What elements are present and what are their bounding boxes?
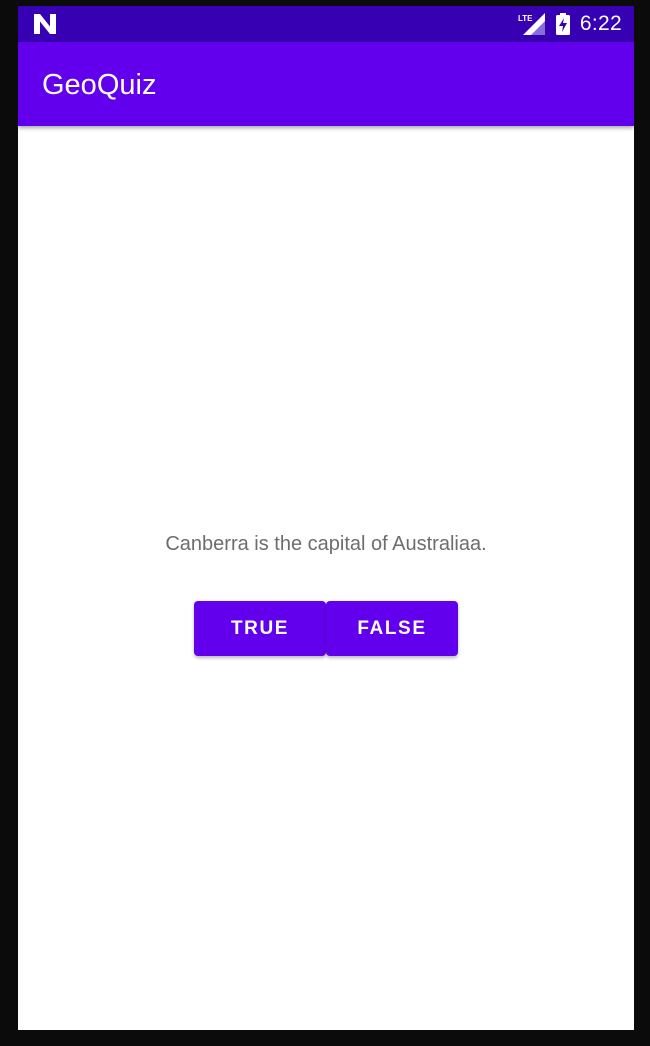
phone-screen: LTE 6:22 GeoQuiz Canberra is the capital… xyxy=(18,6,634,1030)
false-button[interactable]: FALSE xyxy=(326,601,458,656)
app-bar: GeoQuiz xyxy=(18,42,634,126)
app-title: GeoQuiz xyxy=(42,69,157,101)
network-label: LTE xyxy=(518,14,533,23)
status-bar: LTE 6:22 xyxy=(18,6,634,42)
answer-button-row: TRUE FALSE xyxy=(194,601,458,656)
status-clock: 6:22 xyxy=(579,12,622,35)
question-text: Canberra is the capital of Australiaa. xyxy=(165,533,487,555)
true-button[interactable]: TRUE xyxy=(194,601,326,656)
status-icons: LTE 6:22 xyxy=(518,6,622,42)
battery-charging-icon xyxy=(555,13,570,35)
device-frame: LTE 6:22 GeoQuiz Canberra is the capital… xyxy=(0,0,650,1046)
notification-n-icon xyxy=(34,14,56,34)
main-content: Canberra is the capital of Australiaa. T… xyxy=(18,126,634,1030)
lte-signal-icon: LTE xyxy=(518,13,545,35)
